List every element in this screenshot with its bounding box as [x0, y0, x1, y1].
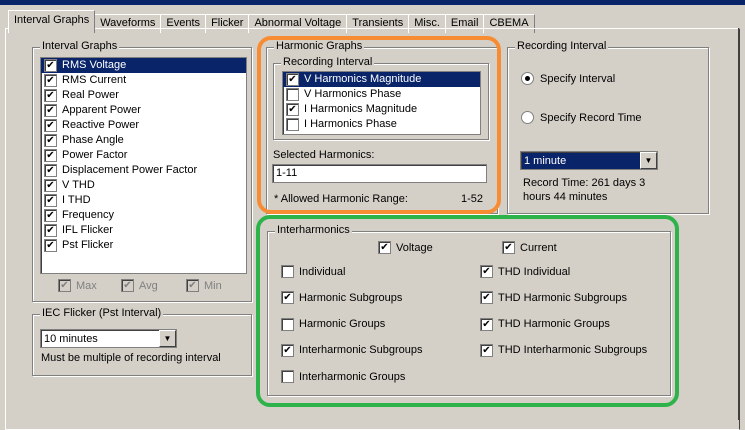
specify-record-time-radio[interactable]: Specify Record Time [521, 111, 641, 124]
max-label: Max [76, 279, 97, 292]
item-label: Phase Angle [62, 134, 124, 146]
chevron-down-icon[interactable]: ▼ [159, 330, 176, 347]
item-label: Power Factor [62, 149, 128, 161]
recording-interval-select[interactable]: 1 minute ▼ [520, 151, 658, 170]
checkbox[interactable]: ✔ [44, 59, 57, 72]
list-item[interactable]: ✔ Apparent Power [41, 103, 246, 118]
list-item[interactable]: ✔ IFL Flicker [41, 223, 246, 238]
min-label: Min [204, 279, 222, 292]
item-label: RMS Voltage [62, 59, 127, 71]
item-label: Apparent Power [62, 104, 141, 116]
checkbox[interactable]: ✔ [44, 224, 57, 237]
item-label: I THD [62, 194, 91, 206]
checkbox[interactable]: ✔ [44, 209, 57, 222]
group-title: IEC Flicker (Pst Interval) [40, 307, 164, 319]
title-bar [0, 0, 745, 5]
list-item[interactable]: ✔ Pst Flicker [41, 238, 246, 253]
item-label: Reactive Power [62, 119, 140, 131]
list-item[interactable]: ✔ I THD [41, 193, 246, 208]
item-label: Real Power [62, 89, 119, 101]
item-label: IFL Flicker [62, 224, 113, 236]
select-value: 10 minutes [44, 332, 98, 345]
specify-interval-radio[interactable]: Specify Interval [521, 72, 615, 85]
checkbox[interactable]: ✔ [44, 194, 57, 207]
group-title: Recording Interval [515, 40, 609, 52]
tab-interval-graphs[interactable]: Interval Graphs [8, 10, 96, 33]
group-title: Interval Graphs [40, 40, 120, 52]
list-item[interactable]: ✔ Power Factor [41, 148, 246, 163]
list-item[interactable]: ✔ Displacement Power Factor [41, 163, 246, 178]
panel-edge [738, 28, 739, 420]
pst-interval-select[interactable]: 10 minutes ▼ [40, 329, 177, 348]
list-item[interactable]: ✔ RMS Current [41, 73, 246, 88]
checkbox[interactable]: ✔ [44, 239, 57, 252]
select-value: 1 minute [524, 154, 567, 167]
list-item[interactable]: ✔ Frequency [41, 208, 246, 223]
item-label: Pst Flicker [62, 239, 114, 251]
checkbox[interactable]: ✔ [44, 164, 57, 177]
radio-label: Specify Interval [540, 72, 616, 85]
checkbox[interactable]: ✔ [44, 89, 57, 102]
list-item[interactable]: ✔ RMS Voltage [41, 58, 246, 73]
list-item[interactable]: ✔ Real Power [41, 88, 246, 103]
green-highlight [256, 215, 679, 407]
item-label: Frequency [62, 209, 114, 221]
avg-label: Avg [139, 279, 158, 292]
interval-graphs-list[interactable]: ✔ RMS Voltage ✔ RMS Current ✔ Real Power ✔ Appa… [40, 57, 247, 274]
item-label: RMS Current [62, 74, 127, 86]
max-checkbox[interactable]: ✔ Max [58, 279, 97, 292]
pst-note: Must be multiple of recording interval [41, 352, 221, 364]
list-item[interactable]: ✔ V THD [41, 178, 246, 193]
avg-checkbox[interactable]: ✔ Avg [121, 279, 158, 292]
list-item[interactable]: ✔ Phase Angle [41, 133, 246, 148]
min-checkbox[interactable]: ✔ Min [186, 279, 222, 292]
chevron-down-icon[interactable]: ▼ [640, 152, 657, 169]
list-item[interactable]: ✔ Reactive Power [41, 118, 246, 133]
checkbox[interactable]: ✔ [44, 134, 57, 147]
item-label: V THD [62, 179, 95, 191]
checkbox[interactable]: ✔ [44, 74, 57, 87]
record-time-text-2: hours 44 minutes [523, 191, 608, 203]
item-label: Displacement Power Factor [62, 164, 198, 176]
radio-label: Specify Record Time [540, 111, 642, 124]
record-time-text: Record Time: 261 days 3 [523, 177, 646, 189]
checkbox[interactable]: ✔ [44, 149, 57, 162]
orange-highlight [257, 36, 501, 214]
checkbox[interactable]: ✔ [44, 119, 57, 132]
checkbox[interactable]: ✔ [44, 104, 57, 117]
checkbox[interactable]: ✔ [44, 179, 57, 192]
